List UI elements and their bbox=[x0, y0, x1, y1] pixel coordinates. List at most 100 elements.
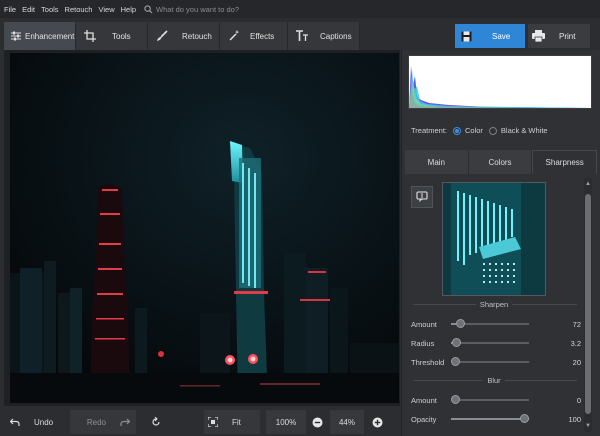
compare-button[interactable] bbox=[411, 186, 433, 208]
redo-label: Redo bbox=[86, 417, 106, 427]
fit-button[interactable]: Fit bbox=[204, 410, 260, 434]
sharpen-amount-label: Amount bbox=[411, 319, 437, 329]
printer-icon bbox=[532, 30, 545, 42]
sharpen-threshold-slider[interactable]: Threshold 20 bbox=[411, 356, 583, 368]
blur-opacity-track[interactable] bbox=[451, 414, 529, 423]
sharpen-amount-slider[interactable]: Amount 72 bbox=[411, 318, 583, 330]
city-night-photo bbox=[10, 53, 399, 403]
tab-captions-label: Captions bbox=[320, 31, 352, 41]
save-label: Save bbox=[492, 31, 511, 41]
zoom-level-field[interactable]: 44% bbox=[330, 410, 364, 434]
color-radio-label: Color bbox=[464, 126, 483, 135]
sharpness-preview bbox=[442, 182, 546, 296]
blur-opacity-thumb[interactable] bbox=[520, 414, 529, 423]
sharpen-radius-label: Radius bbox=[411, 338, 435, 348]
black-white-radio[interactable] bbox=[488, 126, 497, 135]
menu-bar: File Edit Tools Retouch View Help What d… bbox=[0, 0, 600, 18]
sharpen-amount-thumb[interactable] bbox=[455, 319, 465, 328]
menu-view[interactable]: View bbox=[98, 5, 114, 14]
tab-main[interactable]: Main bbox=[405, 150, 469, 174]
adjustment-panel: Treatment: Color Black & White Main Colo… bbox=[401, 50, 600, 436]
scroll-down-icon[interactable]: ▼ bbox=[584, 422, 592, 430]
blur-amount-track[interactable] bbox=[451, 395, 529, 404]
scroll-up-icon[interactable]: ▲ bbox=[584, 180, 592, 188]
menu-file[interactable]: File bbox=[4, 5, 16, 14]
sharpen-title: Sharpen bbox=[475, 300, 513, 309]
panel-tabs: Main Colors Sharpness bbox=[405, 150, 598, 174]
tab-captions[interactable]: Captions bbox=[288, 22, 360, 50]
sharpen-radius-value: 3.2 bbox=[570, 338, 581, 348]
bottom-bar: Undo Redo Fit 100% 44% bbox=[4, 408, 400, 436]
compare-icon bbox=[416, 191, 428, 202]
zoom-out-button[interactable] bbox=[308, 410, 326, 434]
zoom-in-button[interactable] bbox=[368, 410, 386, 434]
undo-label: Undo bbox=[34, 417, 54, 427]
tab-effects-label: Effects bbox=[250, 31, 275, 41]
floppy-disk-icon bbox=[461, 31, 472, 41]
image-canvas[interactable] bbox=[4, 50, 400, 406]
sharpen-amount-value: 72 bbox=[572, 319, 581, 329]
redo-icon bbox=[120, 418, 130, 426]
zoom-out-icon bbox=[312, 417, 322, 427]
toolbar: Enhancement Tools Retouch Effects Captio… bbox=[4, 22, 360, 50]
menu-retouch[interactable]: Retouch bbox=[65, 5, 93, 14]
save-button[interactable]: Save bbox=[455, 24, 525, 48]
scrollbar-thumb[interactable] bbox=[585, 194, 591, 414]
tab-colors[interactable]: Colors bbox=[468, 150, 533, 174]
text-icon bbox=[296, 30, 308, 41]
undo-button[interactable]: Undo bbox=[4, 410, 70, 434]
fit-screen-icon bbox=[208, 417, 218, 427]
tab-sharpness[interactable]: Sharpness bbox=[532, 150, 598, 174]
blur-opacity-label: Opacity bbox=[411, 414, 437, 424]
sharpen-threshold-label: Threshold bbox=[411, 357, 445, 367]
crop-icon bbox=[84, 30, 96, 42]
tab-tools[interactable]: Tools bbox=[76, 22, 148, 50]
search-placeholder: What do you want to do? bbox=[156, 4, 240, 14]
sharpen-threshold-thumb[interactable] bbox=[451, 357, 460, 366]
rotate-button[interactable] bbox=[144, 410, 168, 434]
tab-retouch[interactable]: Retouch bbox=[148, 22, 220, 50]
rotate-icon bbox=[152, 417, 160, 426]
sharpen-radius-thumb[interactable] bbox=[451, 338, 461, 347]
sliders-icon bbox=[11, 31, 21, 41]
zoom-in-icon bbox=[372, 417, 382, 427]
redo-button[interactable]: Redo bbox=[70, 410, 136, 434]
menu-help[interactable]: Help bbox=[121, 5, 136, 14]
tab-enhancement[interactable]: Enhancement bbox=[4, 22, 76, 50]
print-label: Print bbox=[559, 31, 576, 41]
sharpen-radius-track[interactable] bbox=[451, 338, 529, 347]
fit-label: Fit bbox=[232, 417, 241, 427]
histogram bbox=[408, 55, 592, 109]
undo-icon bbox=[10, 418, 20, 426]
blur-title: Blur bbox=[483, 376, 505, 385]
menu-tools[interactable]: Tools bbox=[41, 5, 59, 14]
treatment-selector: Treatment: Color Black & White bbox=[411, 126, 548, 135]
tab-retouch-label: Retouch bbox=[182, 31, 212, 41]
blur-amount-label: Amount bbox=[411, 395, 437, 405]
sharpen-amount-track[interactable] bbox=[451, 319, 529, 328]
blur-amount-slider[interactable]: Amount 0 bbox=[411, 394, 583, 406]
blur-opacity-slider[interactable]: Opacity 100 bbox=[411, 413, 583, 425]
search-icon bbox=[144, 4, 153, 14]
tab-enhancement-label: Enhancement bbox=[25, 31, 75, 41]
magic-wand-icon bbox=[229, 30, 240, 41]
sharpen-threshold-track[interactable] bbox=[451, 357, 529, 366]
sharpness-content: Sharpen Amount 72 Radius 3.2 Threshold 2… bbox=[405, 174, 583, 436]
search-box[interactable]: What do you want to do? bbox=[144, 5, 239, 14]
brush-icon bbox=[157, 30, 168, 41]
sharpen-radius-slider[interactable]: Radius 3.2 bbox=[411, 337, 583, 349]
sharpen-section-title: Sharpen bbox=[405, 300, 583, 309]
panel-scrollbar[interactable]: ▲ ▼ bbox=[584, 178, 592, 432]
menu-edit[interactable]: Edit bbox=[22, 5, 35, 14]
print-button[interactable]: Print bbox=[528, 24, 590, 48]
sharpen-threshold-value: 20 bbox=[572, 357, 581, 367]
color-radio[interactable] bbox=[452, 126, 461, 135]
treatment-label: Treatment: bbox=[411, 126, 447, 135]
tab-tools-label: Tools bbox=[112, 31, 131, 41]
black-white-radio-label: Black & White bbox=[500, 126, 548, 135]
zoom-100-button[interactable]: 100% bbox=[266, 410, 306, 434]
blur-amount-value: 0 bbox=[576, 395, 581, 405]
blur-amount-thumb[interactable] bbox=[451, 395, 460, 404]
tab-effects[interactable]: Effects bbox=[220, 22, 288, 50]
blur-opacity-value: 100 bbox=[568, 414, 581, 424]
